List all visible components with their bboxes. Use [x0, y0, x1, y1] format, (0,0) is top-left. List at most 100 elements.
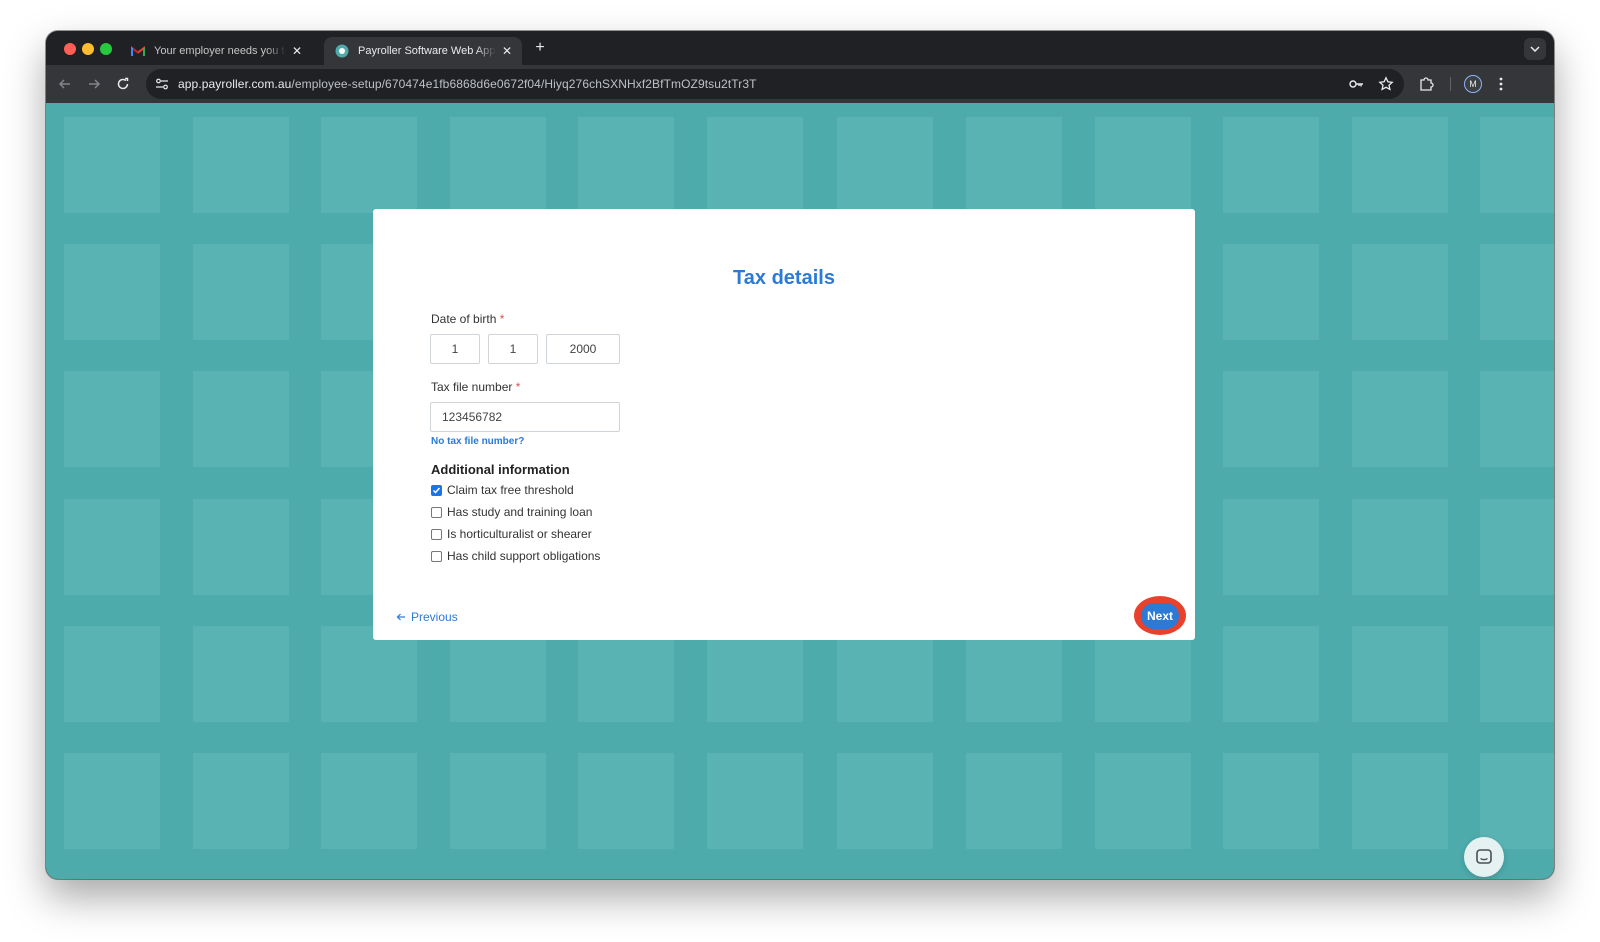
browser-toolbar: app.payroller.com.au/employee-setup/6704…: [46, 65, 1554, 103]
background-tile: [837, 626, 933, 722]
study-training-loan-checkbox[interactable]: Has study and training loan: [431, 505, 592, 519]
background-tile: [837, 117, 933, 213]
background-tile: [450, 117, 546, 213]
arrow-right-icon: [89, 79, 101, 89]
background-tile: [450, 626, 546, 722]
profile-button[interactable]: M: [1464, 73, 1482, 95]
checkbox-label: Has study and training loan: [447, 505, 593, 519]
checkbox-checked-icon: [431, 484, 442, 496]
next-button[interactable]: Next: [1141, 602, 1179, 629]
tfn-label: Tax file number *: [431, 380, 521, 394]
browser-menu-button[interactable]: [1494, 73, 1508, 95]
close-tab-icon[interactable]: ✕: [502, 44, 512, 58]
dob-label: Date of birth *: [431, 312, 505, 326]
background-tile: [837, 753, 933, 849]
background-tile: [193, 753, 289, 849]
close-tab-icon[interactable]: ✕: [292, 44, 302, 58]
checkbox-unchecked-icon: [431, 528, 442, 540]
background-tile: [64, 626, 160, 722]
next-button-highlight: Next: [1134, 596, 1186, 635]
background-tile: [707, 117, 803, 213]
close-window-button[interactable]: [64, 43, 76, 55]
no-tfn-link[interactable]: No tax file number?: [431, 436, 524, 447]
page-title: Tax details: [733, 267, 835, 289]
dob-month-input[interactable]: 1: [488, 334, 538, 364]
background-tile: [966, 753, 1062, 849]
bookmark-star-icon[interactable]: [1378, 76, 1394, 97]
maximize-window-button[interactable]: [100, 43, 112, 55]
tfn-input[interactable]: 123456782: [430, 402, 620, 432]
reload-button[interactable]: [112, 73, 134, 95]
page-content: Tax details Date of birth * 1 1 2000 Tax…: [46, 103, 1554, 879]
background-tile: [1095, 117, 1191, 213]
previous-button[interactable]: Previous: [396, 610, 458, 624]
avatar: M: [1464, 75, 1482, 93]
reload-icon: [117, 77, 129, 90]
background-tile: [450, 753, 546, 849]
address-bar[interactable]: app.payroller.com.au/employee-setup/6704…: [146, 69, 1404, 99]
dob-year-input[interactable]: 2000: [546, 334, 620, 364]
background-tile: [321, 626, 417, 722]
minimize-window-button[interactable]: [82, 43, 94, 55]
horticulturalist-shearer-checkbox[interactable]: Is horticulturalist or shearer: [431, 527, 592, 541]
background-tile: [321, 753, 417, 849]
checkbox-label: Claim tax free threshold: [447, 483, 574, 497]
background-tile: [1223, 753, 1319, 849]
tab-payroller[interactable]: Payroller Software Web Applic ✕: [324, 37, 522, 65]
puzzle-icon: [1420, 77, 1434, 91]
tab-title: Your employer needs you to fi: [154, 45, 286, 57]
dob-day-input[interactable]: 1: [430, 334, 480, 364]
chat-icon: [1476, 849, 1492, 864]
background-tile: [578, 753, 674, 849]
background-tile: [64, 499, 160, 595]
background-tile: [321, 117, 417, 213]
forward-button[interactable]: [83, 73, 105, 95]
checkbox-label: Has child support obligations: [447, 549, 601, 563]
browser-window: Your employer needs you to fi ✕ Payrolle…: [46, 31, 1554, 879]
background-tile: [1352, 626, 1448, 722]
child-support-checkbox[interactable]: Has child support obligations: [431, 549, 600, 563]
extensions-button[interactable]: [1418, 73, 1434, 95]
arrow-left-icon: [58, 79, 70, 89]
checkbox-label: Is horticulturalist or shearer: [447, 527, 592, 541]
tab-title: Payroller Software Web Applic: [358, 45, 496, 57]
background-tile: [1480, 117, 1554, 213]
background-tile: [1480, 371, 1554, 467]
background-tile: [707, 626, 803, 722]
background-tile: [1223, 626, 1319, 722]
background-tile: [1352, 753, 1448, 849]
claim-tax-free-threshold-checkbox[interactable]: Claim tax free threshold: [431, 483, 574, 497]
background-tile: [1095, 753, 1191, 849]
background-tile: [1223, 499, 1319, 595]
tab-gmail[interactable]: Your employer needs you to fi ✕: [120, 37, 312, 65]
additional-info-heading: Additional information: [431, 462, 570, 477]
background-tile: [64, 244, 160, 340]
background-tile: [193, 244, 289, 340]
password-key-icon[interactable]: [1348, 76, 1364, 97]
tab-search-button[interactable]: [1524, 38, 1546, 60]
background-tile: [64, 371, 160, 467]
payroller-icon: [334, 43, 350, 59]
tab-bar: Your employer needs you to fi ✕ Payrolle…: [46, 31, 1554, 65]
gmail-icon: [130, 43, 146, 59]
checkbox-unchecked-icon: [431, 506, 442, 518]
previous-label: Previous: [411, 610, 458, 624]
background-tile: [1223, 117, 1319, 213]
chat-launcher-button[interactable]: [1464, 837, 1504, 877]
background-tile: [1352, 117, 1448, 213]
background-tile: [578, 626, 674, 722]
background-tile: [193, 117, 289, 213]
background-tile: [193, 626, 289, 722]
background-tile: [1223, 244, 1319, 340]
new-tab-button[interactable]: +: [530, 39, 550, 57]
site-info-icon[interactable]: [154, 76, 170, 92]
checkbox-unchecked-icon: [431, 550, 442, 562]
background-tile: [1480, 499, 1554, 595]
background-tile: [1352, 371, 1448, 467]
background-tile: [578, 117, 674, 213]
back-button[interactable]: [54, 73, 76, 95]
background-tile: [193, 499, 289, 595]
background-tile: [966, 626, 1062, 722]
url-text: app.payroller.com.au/employee-setup/6704…: [178, 77, 757, 91]
background-tile: [1480, 626, 1554, 722]
